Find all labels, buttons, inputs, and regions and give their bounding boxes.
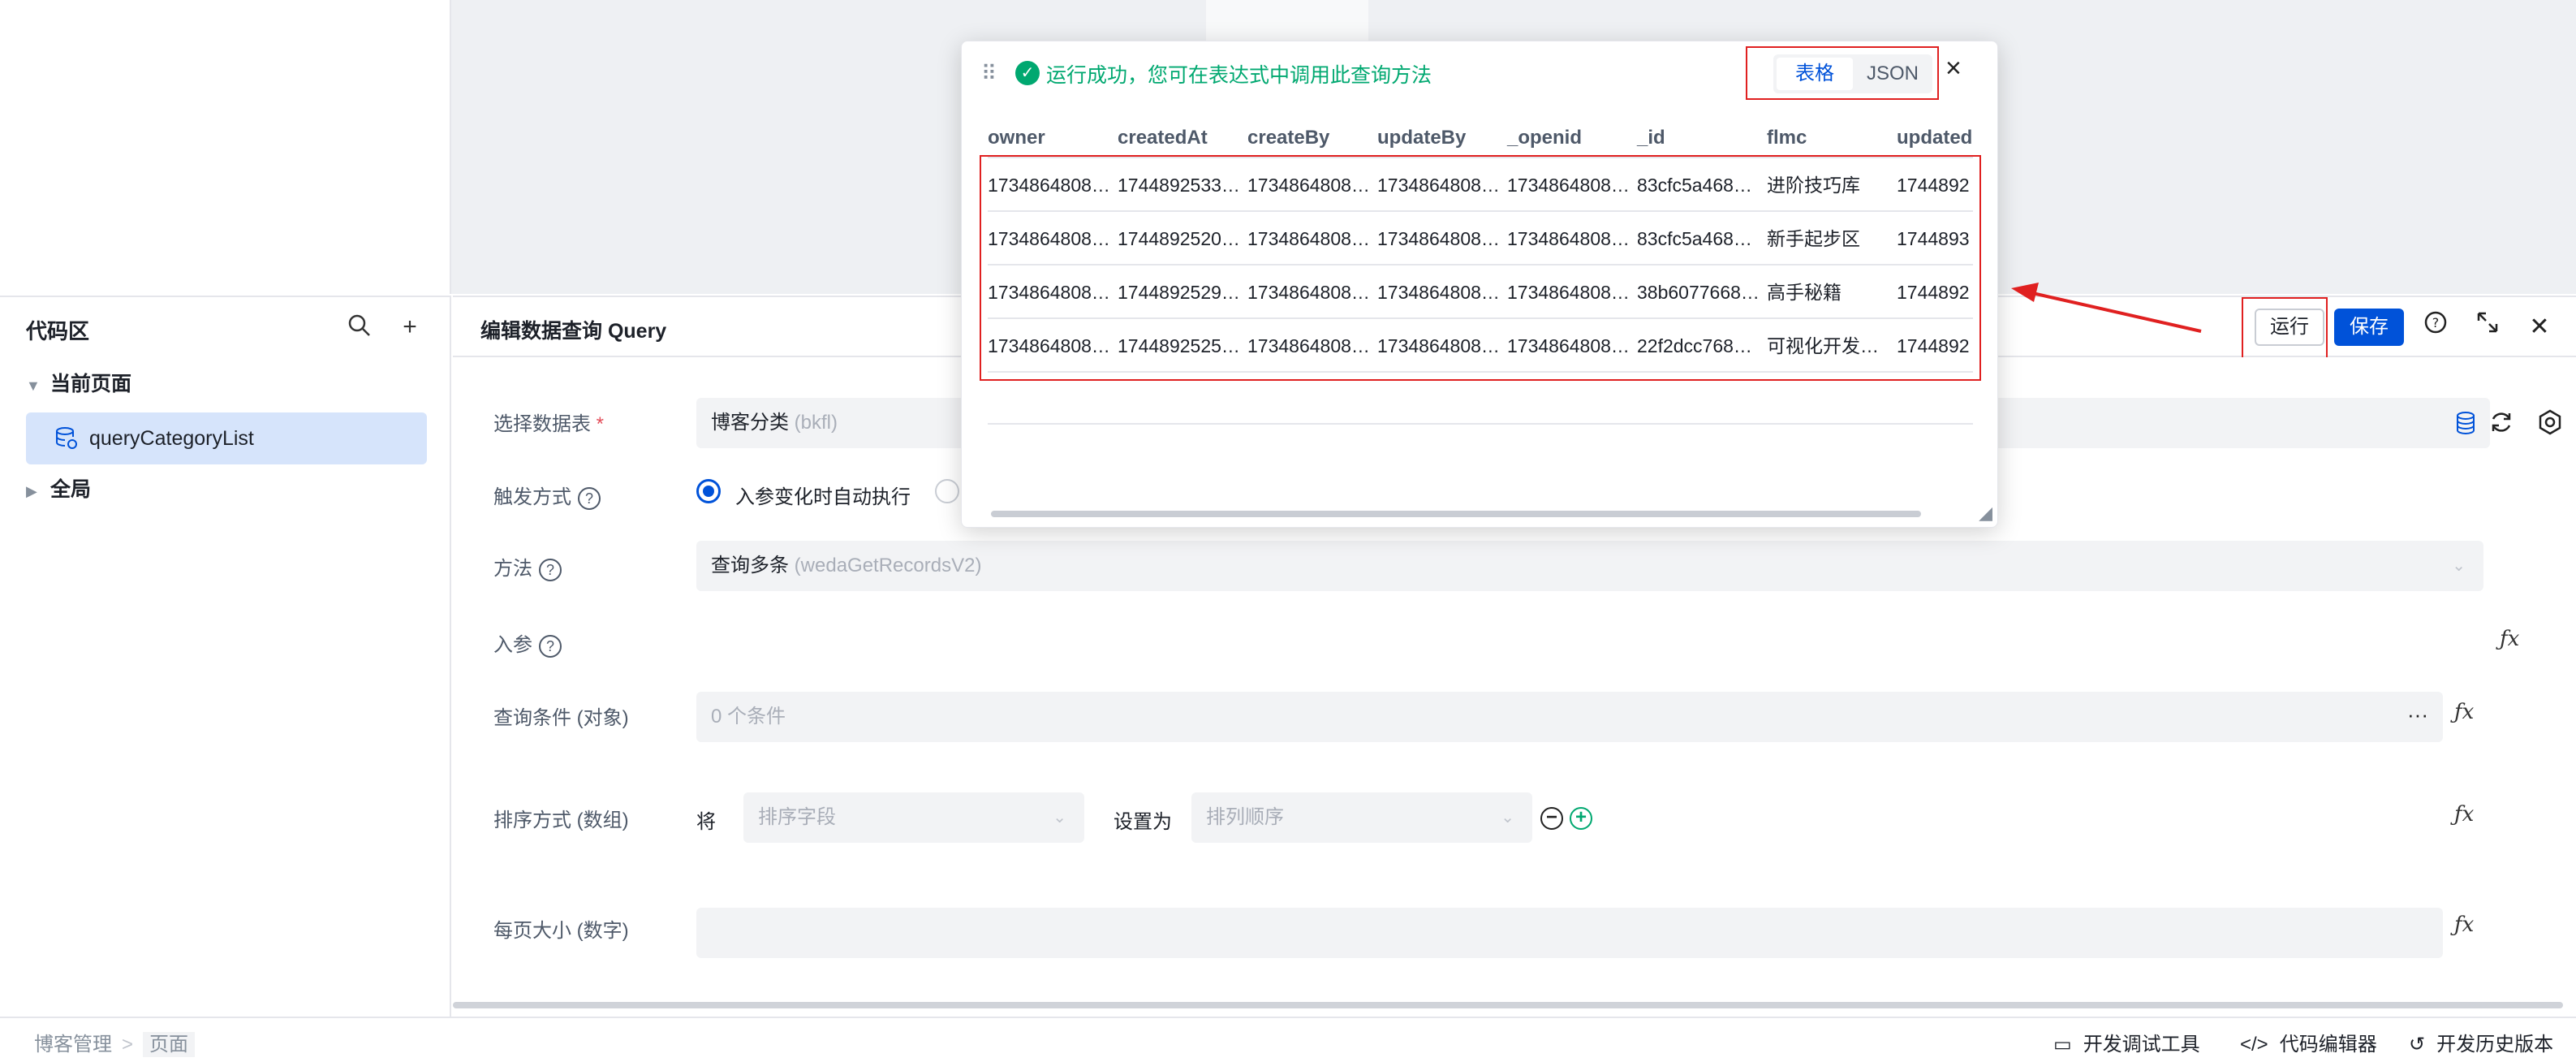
divider <box>988 423 1973 425</box>
result-popup: ⠿ ✓ 运行成功，您可在表达式中调用此查询方法 表格 JSON × owner … <box>961 41 1998 528</box>
tab-table[interactable]: 表格 <box>1777 58 1853 90</box>
column-header: _id <box>1637 127 1665 149</box>
sort-order-select[interactable]: 排列顺序 ⌄ <box>1191 792 1532 843</box>
settings-icon[interactable] <box>2537 409 2563 441</box>
trigger-radio-auto[interactable] <box>696 479 721 503</box>
horizontal-scrollbar[interactable] <box>453 1002 2563 1008</box>
trigger-radio-manual[interactable] <box>935 479 959 503</box>
fx-icon[interactable]: ƒx <box>2500 627 2519 651</box>
check-circle-icon: ✓ <box>1015 61 1040 85</box>
breadcrumb-item[interactable]: 页面 <box>143 1032 196 1057</box>
run-button[interactable]: 运行 <box>2255 309 2324 346</box>
caret-right-icon: ▶ <box>26 483 37 499</box>
column-header: createdAt <box>1118 127 1208 149</box>
code-panel-title: 代码区 <box>26 319 90 343</box>
chevron-down-icon: ⌄ <box>1053 809 1066 827</box>
query-condition-input[interactable]: 0 个条件 ··· <box>696 692 2443 742</box>
history-icon: ↺ <box>2409 1034 2426 1056</box>
popup-scrollbar[interactable] <box>991 511 1921 517</box>
status-bar: 博客管理 > 页面 ▭ 开发调试工具 </> 代码编辑器 ↺ 开发历史版本 <box>0 1017 2576 1062</box>
add-icon[interactable]: + <box>396 313 424 341</box>
tree-item-query-category-list[interactable]: queryCategoryList <box>26 412 427 464</box>
drag-handle-icon[interactable]: ⠿ <box>981 61 997 86</box>
method-select[interactable]: 查询多条 (wedaGetRecordsV2) ⌄ <box>696 541 2483 591</box>
column-header: owner <box>988 127 1045 149</box>
chevron-down-icon: ⌄ <box>2452 557 2466 575</box>
database-icon <box>56 427 77 449</box>
remove-sort-icon[interactable]: − <box>1540 807 1563 830</box>
refresh-icon[interactable] <box>2488 409 2514 441</box>
sort-prefix: 将 <box>696 811 716 833</box>
column-header: flmc <box>1767 127 1807 149</box>
code-panel: 代码区 + ▼ 当前页面 queryCategoryList ▶ 全局 <box>0 296 451 1018</box>
method-label: 方法? <box>493 552 562 581</box>
page-size-input[interactable] <box>696 908 2443 958</box>
editor-title: 编辑数据查询 Query <box>480 320 667 343</box>
view-toggle: 表格 JSON <box>1773 54 1932 93</box>
trigger-label: 触发方式? <box>493 481 601 510</box>
query-condition-label: 查询条件 (对象) <box>493 707 629 729</box>
help-icon: ? <box>578 486 601 510</box>
fx-icon[interactable]: ƒx <box>2454 700 2474 724</box>
monitor-icon: ▭ <box>2053 1034 2072 1056</box>
column-header: _openid <box>1507 127 1583 149</box>
column-header: createBy <box>1247 127 1330 149</box>
chevron-down-icon: ⌄ <box>1501 809 1514 827</box>
dev-tools-button[interactable]: ▭ 开发调试工具 <box>2053 1028 2200 1056</box>
database-icon <box>2454 411 2477 441</box>
table-label: 选择数据表 * <box>493 413 605 435</box>
close-icon[interactable]: ✕ <box>2521 309 2558 346</box>
success-message: 运行成功，您可在表达式中调用此查询方法 <box>1046 64 1432 87</box>
save-button[interactable]: 保存 <box>2334 309 2404 346</box>
tree-node-global[interactable]: ▶ 全局 <box>26 464 91 515</box>
page-size-label: 每页大小 (数字) <box>493 920 629 942</box>
caret-down-icon: ▼ <box>26 378 41 394</box>
rows-highlight-box <box>980 155 1981 381</box>
svg-text:?: ? <box>2432 315 2440 330</box>
column-header: updated <box>1897 127 1973 149</box>
add-sort-icon[interactable]: + <box>1570 807 1592 830</box>
code-icon: </> <box>2240 1034 2268 1056</box>
close-icon[interactable]: × <box>1945 53 1962 84</box>
more-icon[interactable]: ··· <box>2407 692 2428 737</box>
history-button[interactable]: ↺ 开发历史版本 <box>2409 1028 2553 1056</box>
help-icon: ? <box>539 634 562 658</box>
trigger-option-label: 入参变化时自动执行 <box>735 486 911 508</box>
breadcrumb: 博客管理 > 页面 <box>34 1028 196 1057</box>
help-icon: ? <box>539 558 562 581</box>
expand-icon[interactable] <box>2469 309 2506 346</box>
left-panel-top <box>0 0 451 294</box>
params-label: 入参? <box>493 628 562 658</box>
fx-icon[interactable]: ƒx <box>2454 913 2474 937</box>
fx-icon[interactable]: ƒx <box>2454 802 2474 827</box>
tab-json[interactable]: JSON <box>1854 58 1931 90</box>
column-header: updateBy <box>1377 127 1467 149</box>
help-icon[interactable]: ? <box>2417 309 2454 346</box>
resize-handle-icon[interactable]: ◢ <box>1979 503 1992 524</box>
sort-label: 排序方式 (数组) <box>493 809 629 831</box>
sort-field-select[interactable]: 排序字段 ⌄ <box>743 792 1084 843</box>
breadcrumb-item[interactable]: 博客管理 <box>34 1034 112 1056</box>
table-header: owner createdAt createBy updateBy _openi… <box>988 118 1973 158</box>
search-icon[interactable] <box>346 313 373 341</box>
sort-set-to: 设置为 <box>1114 811 1172 833</box>
tree-node-current-page[interactable]: ▼ 当前页面 <box>26 359 131 409</box>
code-editor-button[interactable]: </> 代码编辑器 <box>2240 1028 2377 1056</box>
